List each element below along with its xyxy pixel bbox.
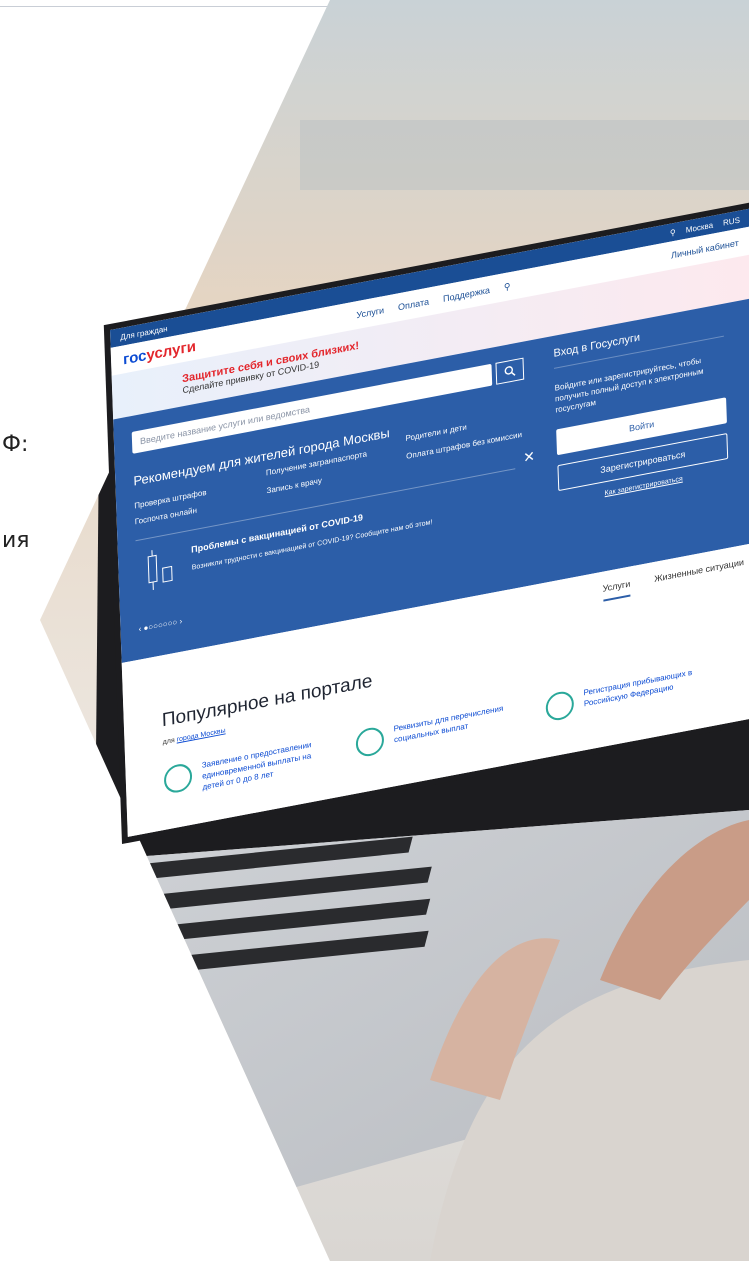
nav-services[interactable]: Услуги bbox=[356, 305, 384, 320]
nav-support[interactable]: Поддержка bbox=[443, 285, 490, 304]
popular-card[interactable]: Регистрация прибывающих в Российскую Фед… bbox=[545, 665, 704, 723]
syringe-icon bbox=[147, 550, 173, 591]
recommend-link[interactable]: Родители и дети bbox=[405, 422, 466, 443]
tab-life-situations[interactable]: Жизненные ситуации bbox=[654, 557, 744, 592]
city-link[interactable]: города Москвы bbox=[177, 727, 226, 743]
language-select[interactable]: RUS bbox=[723, 215, 740, 227]
left-text-fragment-1: Ф: bbox=[2, 432, 29, 457]
recommend-link[interactable]: Госпочта онлайн bbox=[135, 506, 197, 527]
popular-title: Популярное на портале bbox=[161, 670, 373, 732]
search-button[interactable] bbox=[495, 357, 525, 385]
city-select[interactable]: Москва bbox=[686, 220, 714, 234]
search-icon[interactable]: ⚲ bbox=[504, 281, 511, 293]
search-icon bbox=[504, 366, 516, 376]
left-text-fragment-2: ия bbox=[2, 528, 30, 553]
tab-services[interactable]: Услуги bbox=[602, 578, 631, 602]
popular-card-text: Регистрация прибывающих в Российскую Фед… bbox=[583, 667, 693, 709]
popular-card-text: Реквизиты для перечисления социальных вы… bbox=[393, 703, 504, 745]
social-payment-icon bbox=[355, 725, 385, 759]
registration-icon bbox=[545, 689, 575, 723]
carousel-pager[interactable]: ‹ ●○○○○○○ › bbox=[138, 617, 182, 634]
popular-sub-prefix: для bbox=[162, 737, 175, 747]
location-pin-icon: ⚲ bbox=[669, 227, 676, 238]
popular-card-text: Заявление о предоставлении единовременно… bbox=[201, 740, 312, 792]
popular-card[interactable]: Заявление о предоставлении единовременно… bbox=[163, 737, 323, 800]
close-icon[interactable]: ✕ bbox=[523, 448, 535, 467]
child-payment-icon bbox=[163, 761, 193, 795]
nav-payment[interactable]: Оплата bbox=[398, 297, 429, 313]
recommend-link[interactable]: Запись к врачу bbox=[266, 476, 322, 495]
login-panel: Вход в Госуслуги Войдите или зарегистрир… bbox=[553, 315, 729, 506]
personal-cabinet-link[interactable]: Личный кабинет bbox=[671, 238, 739, 261]
popular-card[interactable]: Реквизиты для перечисления социальных вы… bbox=[355, 701, 514, 759]
